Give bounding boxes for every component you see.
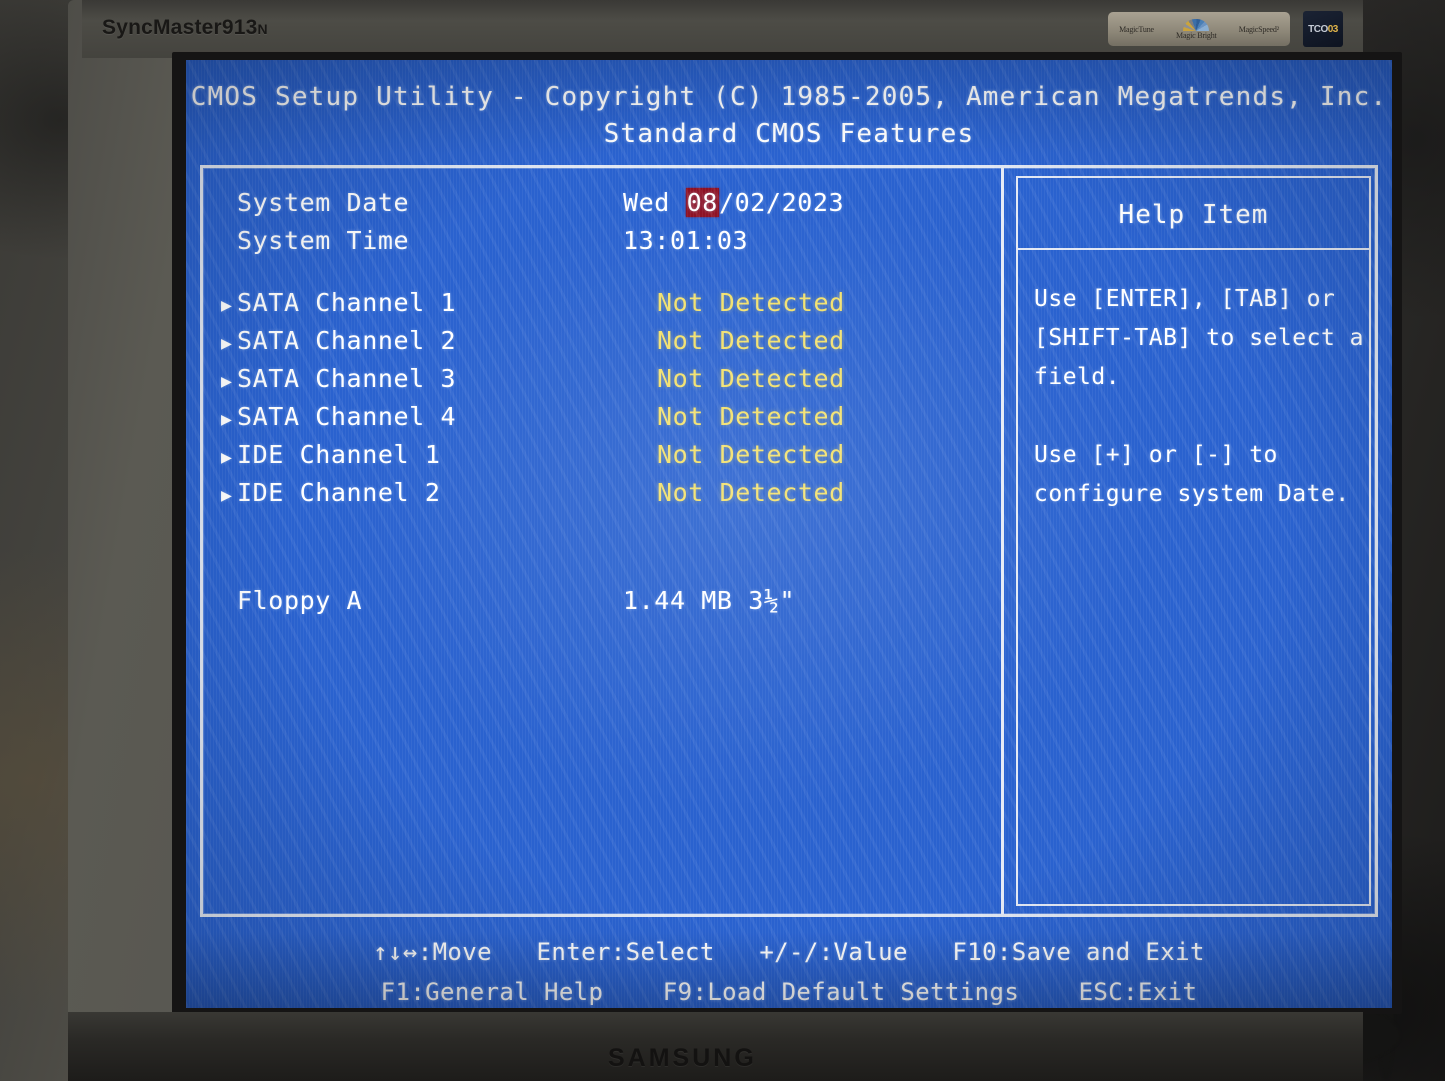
key-f9-load-defaults[interactable]: F9:Load Default Settings: [663, 978, 1019, 1006]
bios-screen: CMOS Setup Utility - Copyright (C) 1985-…: [186, 60, 1392, 1008]
bios-title: CMOS Setup Utility - Copyright (C) 1985-…: [190, 82, 1388, 112]
sata-channel-2-label: SATA Channel 2: [237, 326, 457, 355]
ide-channel-1-value: Not Detected: [657, 440, 845, 469]
help-paragraph-1: Use [ENTER], [TAB] or [SHIFT-TAB] to sel…: [1034, 286, 1364, 390]
samsung-wordmark: SAMSUNG: [608, 1044, 757, 1072]
settings-panel: System Date Wed 08/02/2023 System Time 1…: [200, 165, 1378, 917]
sata-channel-4-label: SATA Channel 4: [237, 402, 457, 431]
magicbright-logo: Magic Bright: [1176, 18, 1217, 40]
sata-channel-4-row[interactable]: ▶ SATA Channel 4 Not Detected: [203, 402, 1001, 440]
monitor: SyncMaster913N MagicTune Magic Bright Ma…: [68, 0, 1402, 1081]
ide-channel-1-row[interactable]: ▶ IDE Channel 1 Not Detected: [203, 440, 1001, 478]
bios-header: CMOS Setup Utility - Copyright (C) 1985-…: [186, 82, 1392, 149]
system-date-label: System Date: [237, 188, 410, 217]
expand-triangle-icon: ▶: [221, 333, 233, 354]
system-date-value[interactable]: Wed 08/02/2023: [623, 188, 844, 217]
magictune-logo: MagicTune: [1119, 24, 1154, 34]
key-legend-footer: ↑↓↔:Move Enter:Select +/-/:Value F10:Sav…: [186, 932, 1392, 1008]
bios-subtitle: Standard CMOS Features: [603, 119, 975, 149]
sata-channel-1-row[interactable]: ▶ SATA Channel 1 Not Detected: [203, 288, 1001, 326]
expand-triangle-icon: ▶: [221, 371, 233, 392]
sata-channel-3-value: Not Detected: [657, 364, 845, 393]
key-move[interactable]: ↑↓↔:Move: [373, 938, 492, 966]
key-f10-save-exit[interactable]: F10:Save and Exit: [952, 938, 1204, 966]
monitor-model-number: 913: [221, 16, 258, 39]
help-panel-title: Help Item: [1018, 178, 1369, 250]
sata-channel-2-row[interactable]: ▶ SATA Channel 2 Not Detected: [203, 326, 1001, 364]
system-date-month-field[interactable]: 08: [685, 188, 719, 217]
ide-channel-2-label: IDE Channel 2: [237, 478, 441, 507]
key-value[interactable]: +/-/:Value: [759, 938, 908, 966]
sata-channel-3-row[interactable]: ▶ SATA Channel 3 Not Detected: [203, 364, 1001, 402]
floppy-a-row[interactable]: Floppy A 1.44 MB 3½": [203, 586, 1001, 624]
sata-channel-4-value: Not Detected: [657, 402, 845, 431]
expand-triangle-icon: ▶: [221, 485, 233, 506]
floppy-a-value[interactable]: 1.44 MB 3½": [623, 586, 795, 615]
expand-triangle-icon: ▶: [221, 295, 233, 316]
magicbright-label: Magic Bright: [1176, 30, 1217, 40]
system-time-value[interactable]: 13:01:03: [623, 226, 748, 255]
system-date-day-field[interactable]: 02: [735, 188, 766, 217]
expand-triangle-icon: ▶: [221, 409, 233, 430]
settings-list: System Date Wed 08/02/2023 System Time 1…: [203, 168, 1001, 914]
date-sep-2: /: [765, 188, 782, 217]
tco-label: TCO: [1308, 23, 1328, 35]
help-paragraph-2: Use [+] or [-] to configure system Date.: [1034, 442, 1350, 507]
system-date-row[interactable]: System Date Wed 08/02/2023: [203, 188, 1001, 226]
key-legend-line-2: F1:General Help F9:Load Default Settings…: [186, 972, 1392, 1008]
sata-channel-1-label: SATA Channel 1: [237, 288, 457, 317]
key-f1-general-help[interactable]: F1:General Help: [381, 978, 604, 1006]
key-enter-select[interactable]: Enter:Select: [537, 938, 715, 966]
monitor-model-label: SyncMaster913N: [102, 16, 268, 40]
help-box: Help Item Use [ENTER], [TAB] or [SHIFT-T…: [1016, 176, 1371, 906]
floppy-a-label: Floppy A: [237, 586, 363, 615]
tco-badge: TCO 03: [1303, 11, 1343, 47]
help-panel-body: Use [ENTER], [TAB] or [SHIFT-TAB] to sel…: [1018, 250, 1369, 514]
date-sep-1: /: [718, 188, 735, 217]
magicspeed-logo: MagicSpeed²: [1238, 24, 1279, 34]
photograph-backdrop: SyncMaster913N MagicTune Magic Bright Ma…: [0, 0, 1445, 1081]
key-esc-exit[interactable]: ESC:Exit: [1079, 978, 1198, 1006]
sata-channel-1-value: Not Detected: [657, 288, 845, 317]
help-panel: Help Item Use [ENTER], [TAB] or [SHIFT-T…: [1004, 168, 1381, 914]
fan-icon: [1183, 18, 1210, 31]
system-date-weekday: Wed: [623, 188, 670, 217]
tco-year: 03: [1327, 23, 1339, 35]
syncmaster-wordmark: SyncMaster: [102, 16, 222, 39]
ide-channel-1-label: IDE Channel 1: [237, 440, 441, 469]
key-legend-line-1: ↑↓↔:Move Enter:Select +/-/:Value F10:Sav…: [186, 932, 1392, 972]
sata-channel-3-label: SATA Channel 3: [237, 364, 457, 393]
expand-triangle-icon: ▶: [221, 447, 233, 468]
monitor-model-suffix: N: [257, 21, 268, 37]
sata-channel-2-value: Not Detected: [657, 326, 845, 355]
system-time-row[interactable]: System Time 13:01:03: [203, 226, 1001, 264]
system-date-year-field[interactable]: 2023: [782, 188, 845, 217]
system-time-label: System Time: [237, 226, 410, 255]
ide-channel-2-row[interactable]: ▶ IDE Channel 2 Not Detected: [203, 478, 1001, 516]
ide-channel-2-value: Not Detected: [657, 478, 845, 507]
feature-sticker: MagicTune Magic Bright MagicSpeed²: [1108, 12, 1290, 46]
